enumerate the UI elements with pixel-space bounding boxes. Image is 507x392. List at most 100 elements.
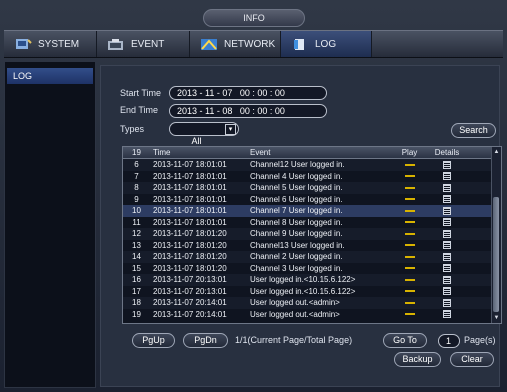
details-button[interactable] — [428, 297, 466, 309]
table-row-selected[interactable]: 10 2013-11-07 18:01:01 Channel 7 User logg… — [123, 205, 501, 217]
info-tab[interactable]: INFO — [203, 9, 305, 27]
details-button[interactable] — [428, 159, 466, 171]
play-button[interactable] — [391, 263, 428, 275]
goto-button[interactable]: Go To — [383, 333, 427, 348]
details-icon — [443, 206, 451, 215]
row-time: 2013-11-07 18:01:01 — [153, 217, 227, 227]
row-number: 19 — [132, 309, 141, 319]
details-button[interactable] — [428, 217, 466, 229]
details-button[interactable] — [428, 194, 466, 206]
row-time: 2013-11-07 20:14:01 — [153, 309, 227, 319]
details-icon — [443, 172, 451, 181]
table-row[interactable]: 9 2013-11-07 18:01:01 Channel 6 User logge… — [123, 194, 501, 206]
sidebar-item-log[interactable]: LOG — [7, 68, 93, 84]
pgdn-button[interactable]: PgDn — [183, 333, 228, 348]
clear-button[interactable]: Clear — [450, 352, 494, 367]
details-button[interactable] — [428, 309, 466, 321]
play-button[interactable] — [391, 171, 428, 183]
play-button[interactable] — [391, 194, 428, 206]
table-row[interactable]: 8 2013-11-07 18:01:01 Channel 5 User logge… — [123, 182, 501, 194]
row-event: Channel 4 User logged in. — [250, 171, 343, 181]
tab-event[interactable]: EVENT — [97, 31, 190, 57]
play-button[interactable] — [391, 286, 428, 298]
details-icon — [443, 229, 451, 238]
table-row[interactable]: 11 2013-11-07 18:01:01 Channel 8 User logg… — [123, 217, 501, 229]
details-button[interactable] — [428, 251, 466, 263]
details-icon — [443, 195, 451, 204]
types-select[interactable]: All ▾ — [169, 122, 239, 146]
table-row[interactable]: 17 2013-11-07 20:13:01 User logged in.<10.… — [123, 286, 501, 298]
table-row[interactable]: 15 2013-11-07 18:01:20 Channel 3 User logg… — [123, 263, 501, 275]
details-icon — [443, 183, 451, 192]
table-row[interactable]: 16 2013-11-07 20:13:01 User logged in.<10.… — [123, 274, 501, 286]
backup-button[interactable]: Backup — [394, 352, 441, 367]
end-time-input[interactable]: 2013 - 11 - 08 00 : 00 : 00 — [169, 104, 327, 118]
row-time: 2013-11-07 18:01:01 — [153, 194, 227, 204]
row-event: User logged out.<admin> — [250, 309, 340, 319]
table-row[interactable]: 7 2013-11-07 18:01:01 Channel 4 User logge… — [123, 171, 501, 183]
tab-network[interactable]: NETWORK — [190, 31, 281, 57]
play-icon — [404, 301, 415, 304]
play-button[interactable] — [391, 274, 428, 286]
details-icon — [443, 264, 451, 273]
details-button[interactable] — [428, 228, 466, 240]
page-input[interactable]: 1 — [438, 334, 460, 348]
row-number: 14 — [132, 252, 141, 261]
row-time: 2013-11-07 18:01:01 — [153, 206, 227, 215]
row-number: 8 — [134, 183, 139, 192]
details-button[interactable] — [428, 263, 466, 275]
play-icon — [404, 221, 415, 224]
play-button[interactable] — [391, 205, 428, 217]
table-row[interactable]: 13 2013-11-07 18:01:20 Channel13 User logg… — [123, 240, 501, 252]
details-button[interactable] — [428, 182, 466, 194]
play-button[interactable] — [391, 217, 428, 229]
scroll-down-icon[interactable]: ▼ — [493, 314, 500, 322]
scroll-up-icon[interactable]: ▲ — [493, 148, 500, 156]
details-button[interactable] — [428, 171, 466, 183]
row-event: User logged out.<admin> — [250, 298, 340, 307]
row-event: User logged in.<10.15.6.122> — [250, 286, 356, 296]
row-number: 7 — [134, 171, 139, 181]
play-button[interactable] — [391, 309, 428, 321]
search-button[interactable]: Search — [451, 123, 496, 138]
play-icon — [404, 232, 415, 235]
details-button[interactable] — [428, 240, 466, 252]
table-row[interactable]: 12 2013-11-07 18:01:20 Channel 9 User logg… — [123, 228, 501, 240]
table-row[interactable]: 18 2013-11-07 20:14:01 User logged out.<ad… — [123, 297, 501, 309]
sidebar: LOG — [4, 61, 96, 388]
table-scrollbar[interactable]: ▲ ▼ — [491, 147, 501, 323]
row-time: 2013-11-07 18:01:20 — [153, 263, 227, 273]
play-button[interactable] — [391, 182, 428, 194]
start-time-input[interactable]: 2013 - 11 - 07 00 : 00 : 00 — [169, 86, 327, 100]
play-button[interactable] — [391, 228, 428, 240]
tab-log[interactable]: LOG — [281, 31, 372, 57]
play-button[interactable] — [391, 159, 428, 171]
details-button[interactable] — [428, 205, 466, 217]
table-header: 19 Time Event Play Details — [123, 147, 501, 159]
row-time: 2013-11-07 18:01:20 — [153, 252, 227, 261]
row-event: Channel 5 User logged in. — [250, 183, 343, 192]
play-button[interactable] — [391, 297, 428, 309]
play-icon — [404, 209, 415, 212]
pages-label: Page(s) — [464, 335, 496, 345]
scroll-thumb[interactable] — [493, 197, 499, 312]
tab-system[interactable]: SYSTEM — [4, 31, 97, 57]
row-event: Channel13 User logged in. — [250, 240, 345, 250]
tab-system-label: SYSTEM — [38, 38, 80, 50]
log-table: 19 Time Event Play Details 6 2013-11-07 1… — [122, 146, 502, 324]
play-button[interactable] — [391, 240, 428, 252]
table-row[interactable]: 6 2013-11-07 18:01:01 Channel12 User logge… — [123, 159, 501, 171]
row-time: 2013-11-07 20:14:01 — [153, 298, 227, 307]
col-time: Time — [153, 148, 171, 157]
table-row[interactable]: 19 2013-11-07 20:14:01 User logged out.<ad… — [123, 309, 501, 321]
play-button[interactable] — [391, 251, 428, 263]
details-button[interactable] — [428, 274, 466, 286]
details-icon — [443, 218, 451, 227]
table-row[interactable]: 14 2013-11-07 18:01:20 Channel 2 User logg… — [123, 251, 501, 263]
details-button[interactable] — [428, 286, 466, 298]
chevron-down-icon: ▾ — [225, 124, 236, 135]
row-event: Channel 2 User logged in. — [250, 252, 343, 261]
pgup-button[interactable]: PgUp — [132, 333, 175, 348]
row-event: Channel12 User logged in. — [250, 160, 345, 169]
details-icon — [443, 160, 451, 169]
